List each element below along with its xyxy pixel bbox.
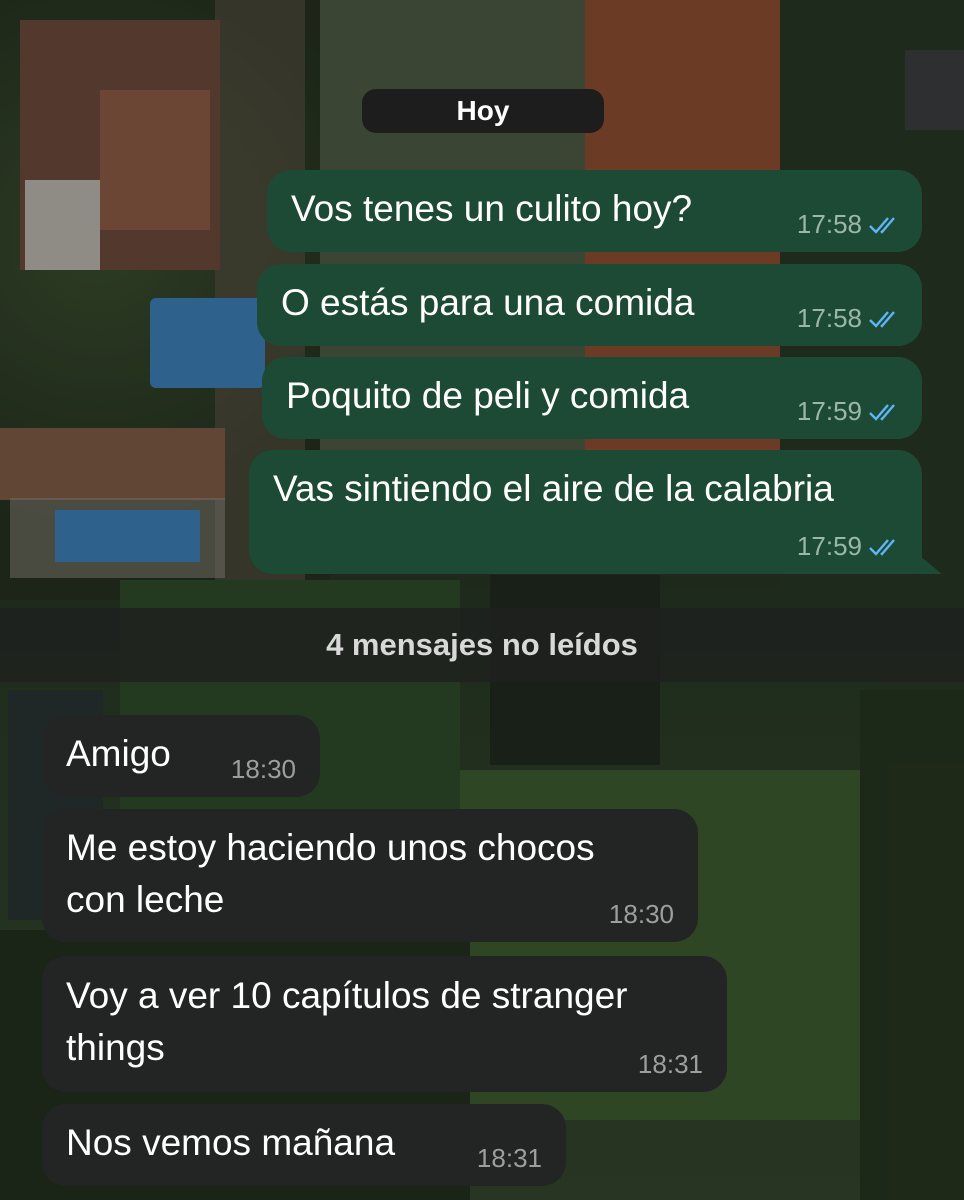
message-text: Nos vemos mañana [66,1122,396,1163]
message-time: 18:31 [476,1143,542,1173]
message-time: 18:31 [637,1049,703,1079]
message-meta: 17:58 [797,209,902,240]
incoming-message[interactable]: Nos vemos mañana 18:31 [42,1104,566,1186]
double-check-icon [869,538,895,556]
message-meta: 17:58 [797,303,902,334]
message-text: Voy a ver 10 capítulos de stranger [66,975,628,1016]
unread-messages-banner: 4 mensajes no leídos [0,608,964,682]
message-time: 18:30 [608,899,674,929]
message-text: things [66,1027,165,1068]
message-text: Amigo [66,733,171,774]
incoming-message[interactable]: Voy a ver 10 capítulos de stranger thing… [42,956,727,1092]
double-check-icon [869,403,895,421]
message-time: 17:59 [796,396,862,426]
message-meta: 18:31 [638,1049,703,1080]
message-meta: 18:30 [231,754,296,785]
message-time: 18:30 [230,754,296,784]
outgoing-message[interactable]: O estás para una comida 17:58 [257,264,922,346]
date-separator: Hoy [362,89,604,133]
message-text: Poquito de peli y comida [286,375,690,416]
message-text: Me estoy haciendo unos chocos [66,827,595,868]
incoming-message[interactable]: Me estoy haciendo unos chocos con leche … [42,809,698,942]
double-check-icon [869,216,895,234]
message-text: Vos tenes un culito hoy? [291,188,693,229]
outgoing-message[interactable]: Vos tenes un culito hoy? 17:58 [267,170,922,252]
message-text: con leche [66,879,225,920]
message-time: 17:59 [796,531,862,561]
bubble-tail [920,556,942,574]
message-meta: 17:59 [797,396,902,427]
message-meta: 18:30 [609,899,674,930]
message-time: 17:58 [796,303,862,333]
outgoing-message[interactable]: Poquito de peli y comida 17:59 [262,357,922,439]
outgoing-message[interactable]: Vas sintiendo el aire de la calabria 17:… [249,450,922,574]
message-time: 17:58 [796,209,862,239]
incoming-message[interactable]: Amigo 18:30 [42,715,320,797]
double-check-icon [869,310,895,328]
message-text: Vas sintiendo el aire de la calabria [273,468,834,509]
message-meta: 18:31 [477,1143,542,1174]
message-meta: 17:59 [797,531,902,562]
message-text: O estás para una comida [281,282,695,323]
